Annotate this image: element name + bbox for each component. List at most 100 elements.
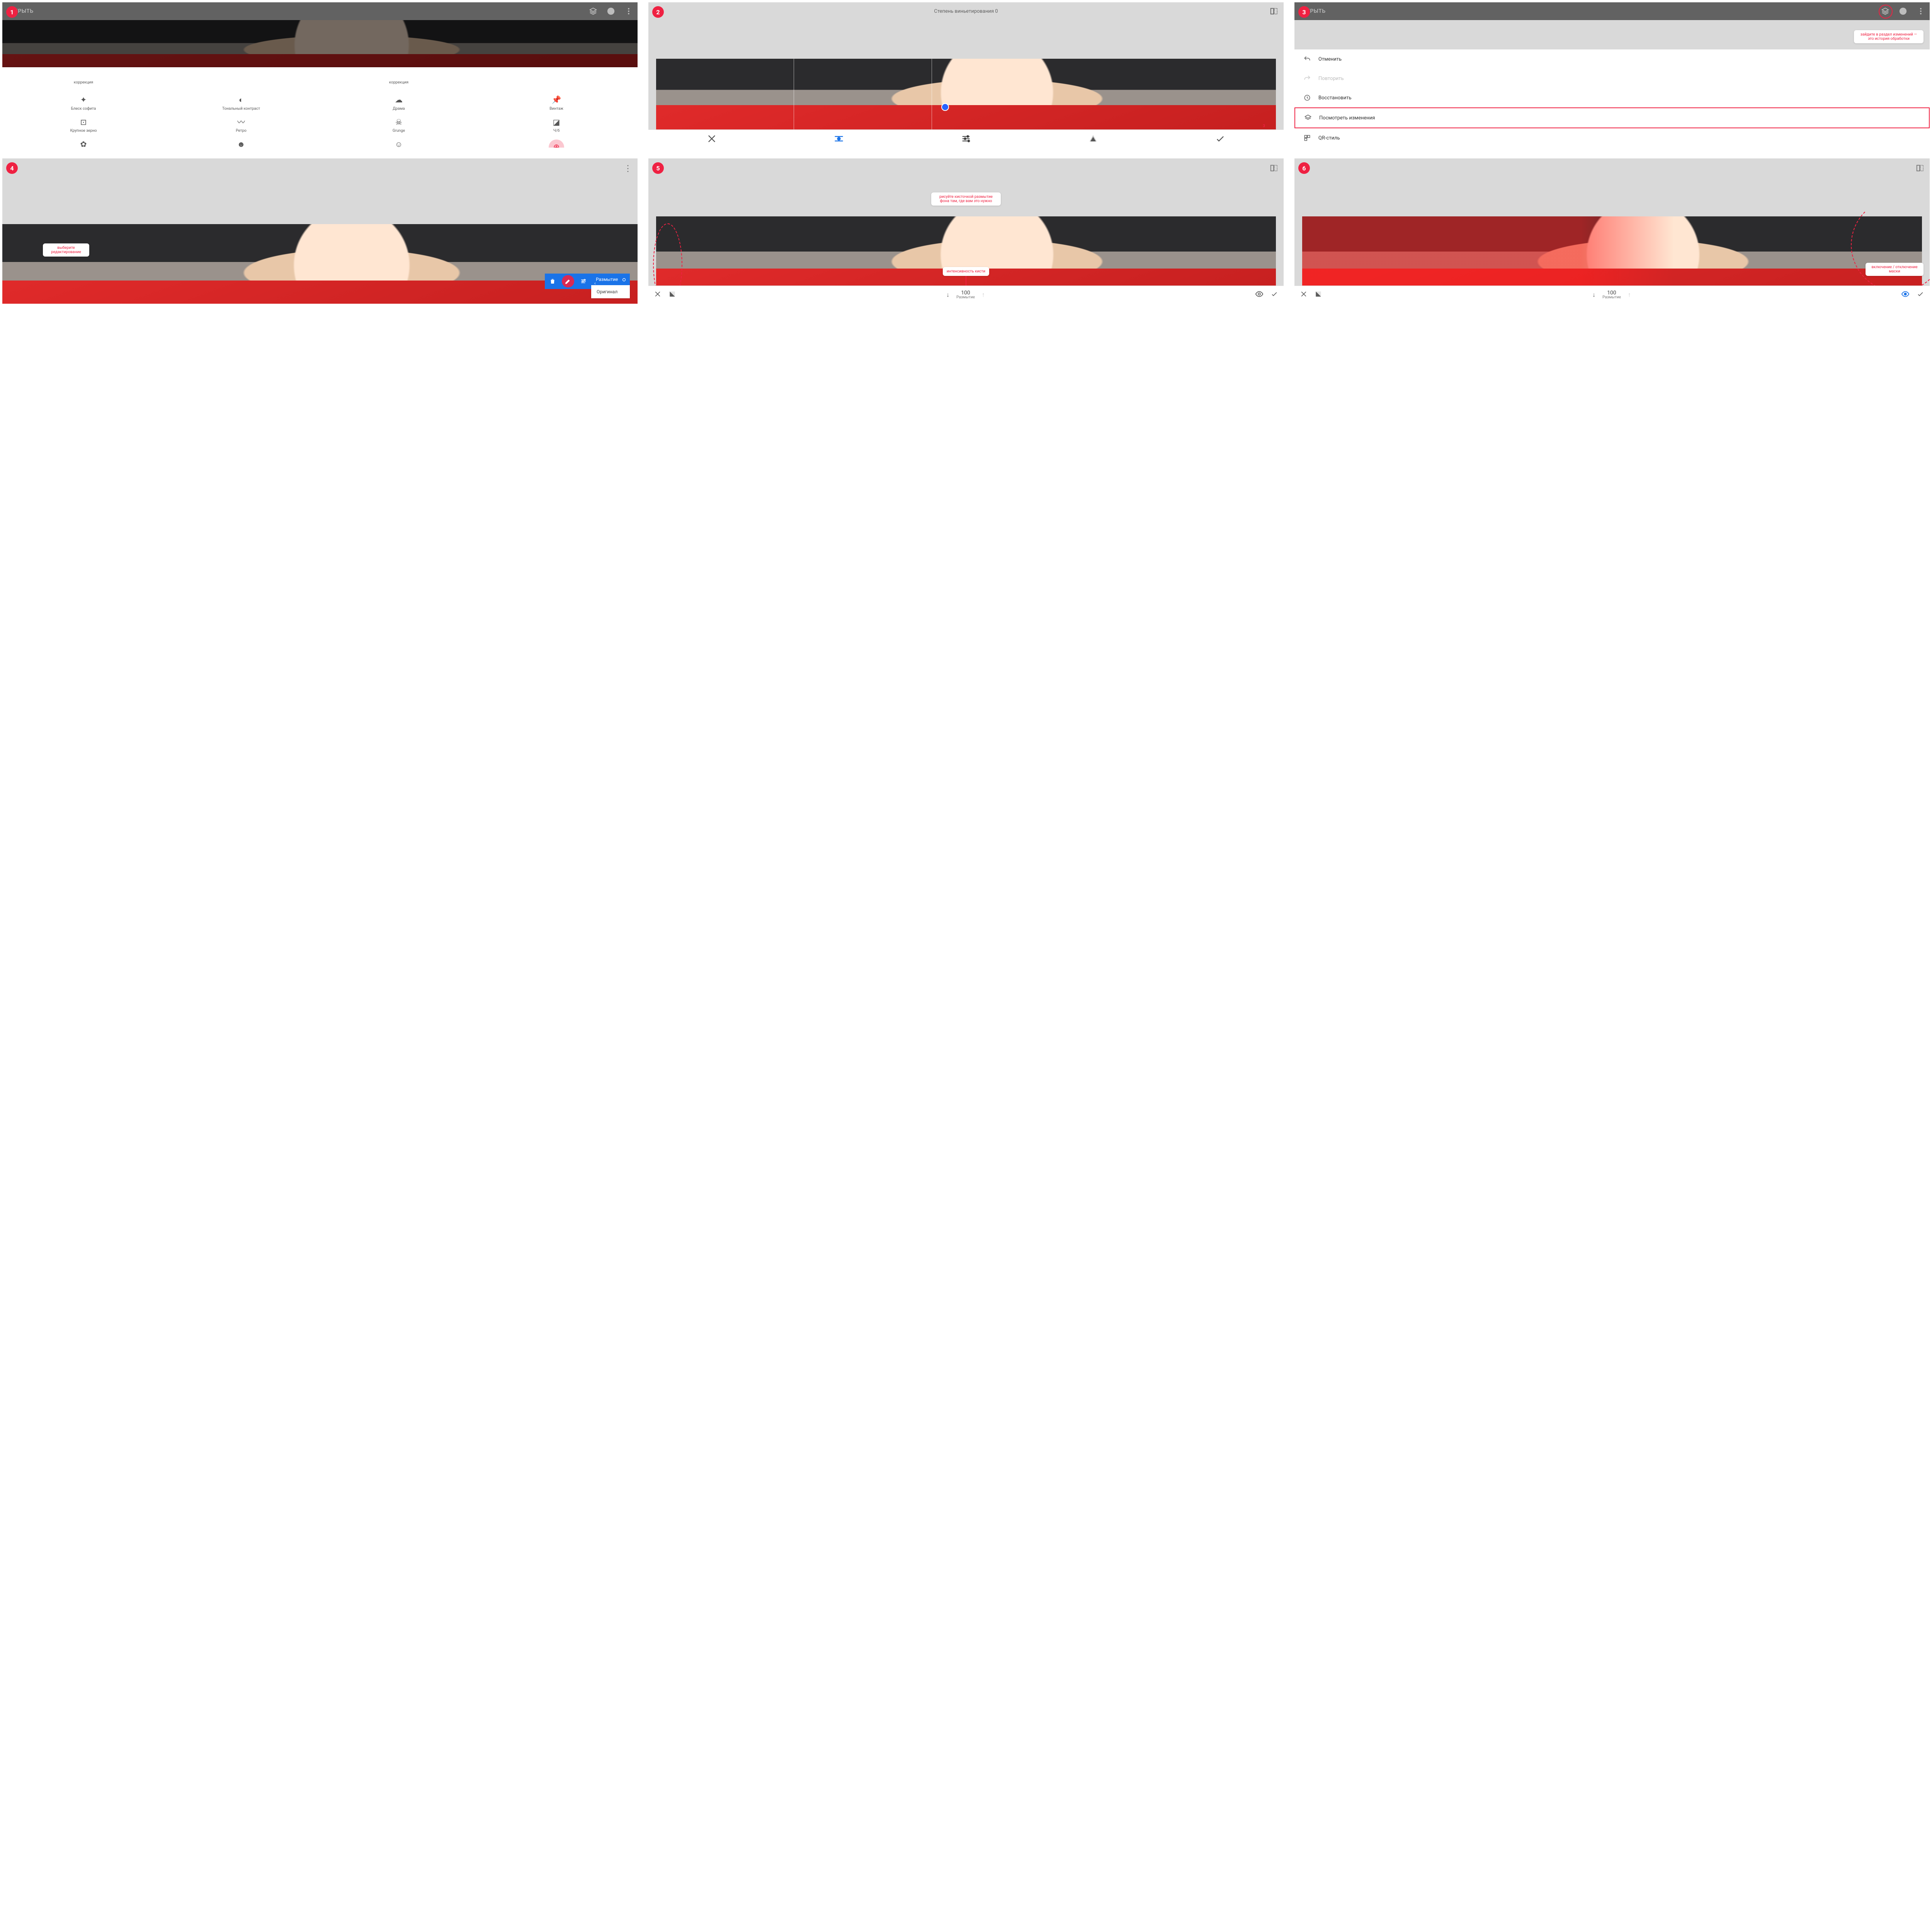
more-icon[interactable]	[1917, 7, 1925, 15]
tool-label: Крупное зерно	[70, 129, 97, 133]
redo-icon	[1303, 74, 1311, 83]
menu-label: Повторить	[1318, 76, 1344, 82]
hint-callout: рисуйте кисточкой размытие фона там, где…	[931, 192, 1001, 206]
tool-icon: ◪	[551, 117, 561, 127]
invert-icon[interactable]	[668, 290, 676, 299]
hint-callout: зайдите в раздел изменений — это история…	[1854, 30, 1923, 43]
edit-stack-dropdown: Размытие ‹ Оригинал	[545, 274, 630, 298]
tool-размытие[interactable]: ⊕Размытие	[478, 139, 635, 148]
edits-menu: Отменить Повторить Восстановить Посмотреть …	[1294, 49, 1930, 148]
cancel-icon[interactable]	[706, 133, 717, 144]
tool-icon: 〰	[236, 117, 246, 127]
tool-тональный-контраст[interactable]: ◐ Тональный контраст	[162, 95, 320, 111]
tool-partial: коррекция	[5, 69, 162, 85]
delete-icon[interactable]	[545, 274, 560, 289]
adjust-icon[interactable]	[961, 133, 971, 144]
compare-icon[interactable]	[1270, 164, 1278, 172]
menu-restore[interactable]: Восстановить	[1294, 88, 1930, 107]
tool-icon: ☁	[394, 95, 404, 105]
undo-icon	[1303, 55, 1311, 63]
decrease-icon[interactable]: ↓	[946, 291, 949, 299]
tool-ч-б[interactable]: ◪Ч/б	[478, 117, 635, 133]
tool-портрет[interactable]: ☻Портрет	[162, 139, 320, 148]
menu-qr[interactable]: QR-стиль	[1294, 128, 1930, 148]
blur-center-handle[interactable]	[941, 103, 949, 111]
tool-icon: ⊡	[78, 117, 88, 127]
tool-положение-головы[interactable]: ☺Положение головы	[320, 139, 478, 148]
brush-edit-icon[interactable]	[560, 274, 576, 289]
topbar: ОТКРЫТЬ	[1294, 2, 1930, 20]
panel-4: 4 ⋮ BE выберите редактирование Размытие …	[2, 158, 638, 304]
panel-3: 3 ОТКРЫТЬ зайдите в раздел изменений — э…	[1294, 2, 1930, 148]
menu-label: Отменить	[1318, 56, 1342, 62]
tool-label: Ретро	[236, 129, 247, 133]
tool-блеск-софита[interactable]: ✦Блеск софита	[5, 95, 162, 111]
tool-label: Драма	[393, 107, 405, 111]
increase-icon[interactable]: ↑	[1628, 291, 1631, 299]
compare-icon[interactable]	[1270, 7, 1278, 15]
more-icon[interactable]: ⋮	[624, 164, 632, 173]
tool-icon: ✿	[78, 139, 88, 148]
tool-ретро[interactable]: 〰 Ретро	[162, 117, 320, 133]
decrease-icon[interactable]: ↓	[1592, 291, 1595, 299]
tool-partial	[478, 69, 635, 85]
step-badge: 5	[652, 162, 664, 174]
mask-toggle-icon[interactable]	[1255, 290, 1264, 300]
apply-icon[interactable]	[1270, 290, 1278, 299]
gear-icon[interactable]	[621, 277, 627, 284]
blur-type-icon[interactable]	[833, 133, 844, 144]
step-badge: 1	[6, 6, 18, 18]
stack-item-blur[interactable]: Размытие ‹	[591, 274, 630, 285]
stack-item-original[interactable]: Оригинал	[591, 285, 630, 298]
intensity-callout: интенсивность кисти	[943, 267, 989, 276]
callout-3-number: 3	[1263, 124, 1265, 128]
more-icon[interactable]	[624, 7, 633, 15]
tool-винтаж[interactable]: 📌 Винтаж	[478, 95, 635, 111]
layers-icon	[1304, 114, 1312, 122]
menu-redo: Повторить	[1294, 69, 1930, 88]
step-badge: 3	[1298, 6, 1310, 18]
edit-actions-bar	[545, 274, 591, 289]
step-badge: 6	[1298, 162, 1310, 174]
step-badge: 4	[6, 162, 18, 174]
info-icon[interactable]	[1899, 7, 1907, 15]
panel-1: 1 ОТКРЫТЬ BE коррекция коррекция ✦Блеск …	[2, 2, 638, 148]
tool-partial	[162, 69, 320, 85]
tool-icon: ◐	[236, 95, 246, 105]
sliders-icon[interactable]	[576, 274, 591, 289]
panel-2: 2 Степень виньетирования 0 BE 1для фона …	[648, 2, 1284, 148]
tool-grunge[interactable]: ☠Grunge	[320, 117, 478, 133]
mask-toggle-icon[interactable]	[1901, 290, 1910, 300]
tool-icon: ☻	[236, 139, 246, 148]
tool-нуар[interactable]: ✿Нуар	[5, 139, 162, 148]
brush-toolbar: ↓ 100Размытие ↑	[648, 286, 1284, 304]
cancel-icon[interactable]	[1300, 290, 1308, 299]
compare-icon[interactable]	[1916, 164, 1924, 172]
layers-icon[interactable]	[1881, 7, 1889, 15]
tool-крупное-зерно[interactable]: ⊡ Крупное зерно	[5, 117, 162, 133]
step-badge: 2	[652, 6, 664, 18]
tool-label: Тональный контраст	[222, 107, 260, 111]
apply-icon[interactable]	[1215, 133, 1226, 144]
menu-undo[interactable]: Отменить	[1294, 49, 1930, 69]
apply-icon[interactable]	[1917, 290, 1924, 299]
invert-icon[interactable]	[1315, 290, 1322, 299]
cancel-icon[interactable]	[654, 290, 662, 299]
tool-драма[interactable]: ☁ Драма	[320, 95, 478, 111]
style-icon[interactable]	[1088, 133, 1099, 144]
increase-icon[interactable]: ↑	[982, 291, 985, 299]
restore-icon	[1303, 94, 1311, 102]
tool-partial: коррекция	[320, 69, 478, 85]
menu-label: Посмотреть изменения	[1319, 115, 1375, 121]
info-icon[interactable]	[607, 7, 615, 15]
tool-icon: ☠	[394, 117, 404, 127]
menu-layers[interactable]: Посмотреть изменения	[1294, 107, 1930, 128]
tool-label: Винтаж	[549, 107, 563, 111]
topbar: ОТКРЫТЬ	[2, 2, 638, 20]
chevron-left-icon: ‹	[594, 281, 596, 286]
tool-title: Степень виньетирования 0	[648, 2, 1284, 20]
tool-icon: 📌	[551, 95, 561, 105]
menu-label: QR-стиль	[1318, 135, 1340, 141]
layers-icon[interactable]	[589, 7, 597, 15]
brush-toolbar: ↓ 100Размытие ↑	[1294, 286, 1930, 304]
